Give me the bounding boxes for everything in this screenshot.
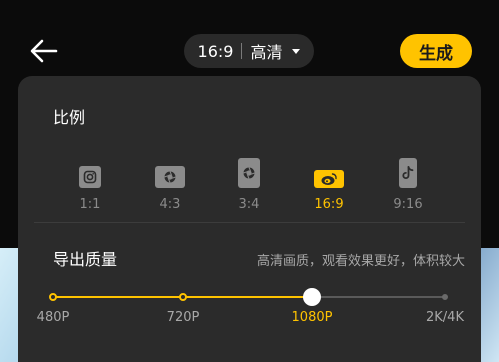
- weibo-icon: [314, 170, 344, 188]
- generate-button[interactable]: 生成: [400, 34, 472, 68]
- camera-aperture-icon: [155, 166, 185, 188]
- instagram-icon: [79, 166, 101, 188]
- ratio-section-title: 比例: [53, 108, 86, 127]
- tiktok-icon: [399, 158, 417, 188]
- ratio-label: 16:9: [314, 197, 344, 212]
- ratio-option-3-4[interactable]: 3:4: [219, 152, 279, 212]
- dropdown-caret-icon: [292, 48, 301, 54]
- slider-stop-480p[interactable]: [49, 293, 57, 301]
- slider-thumb[interactable]: [303, 288, 321, 306]
- ratio-icon-wrap: [155, 152, 185, 188]
- settings-panel: 比例 1:1 4:3 3:4 16:9 9:16 导出质量 高清画质，观看效果更…: [18, 76, 481, 362]
- pill-divider: [241, 43, 243, 59]
- quality-label-720p[interactable]: 720P: [143, 310, 223, 325]
- ratio-icon-wrap: [314, 152, 344, 188]
- slider-stop-2k4k[interactable]: [442, 294, 448, 300]
- quality-label-1080p[interactable]: 1080P: [272, 310, 352, 325]
- ratio-option-4-3[interactable]: 4:3: [140, 152, 200, 212]
- quality-description: 高清画质，观看效果更好，体积较大: [256, 254, 465, 269]
- ratio-label: 4:3: [159, 197, 181, 212]
- ratio-label: 3:4: [238, 197, 260, 212]
- ratio-option-16-9[interactable]: 16:9: [299, 152, 359, 212]
- ratio-label: 1:1: [79, 197, 101, 212]
- section-divider: [34, 222, 465, 223]
- ratio-icon-wrap: [238, 152, 260, 188]
- ratio-label: 9:16: [393, 197, 423, 212]
- slider-stop-720p[interactable]: [179, 293, 187, 301]
- quality-slider[interactable]: [49, 288, 448, 306]
- ratio-quality-selector[interactable]: 16:9 高清: [184, 34, 314, 68]
- ratio-option-9-16[interactable]: 9:16: [378, 152, 438, 212]
- ratio-icon-wrap: [79, 152, 101, 188]
- quality-label-2k4k[interactable]: 2K/4K: [405, 310, 485, 325]
- quality-label-480p[interactable]: 480P: [13, 310, 93, 325]
- current-quality: 高清: [250, 43, 283, 62]
- ratio-option-1-1[interactable]: 1:1: [60, 152, 120, 212]
- back-arrow-icon[interactable]: [28, 36, 60, 66]
- camera-aperture-icon: [238, 158, 260, 188]
- ratio-icon-wrap: [399, 152, 417, 188]
- export-quality-title: 导出质量: [53, 250, 118, 269]
- current-ratio: 16:9: [197, 41, 234, 61]
